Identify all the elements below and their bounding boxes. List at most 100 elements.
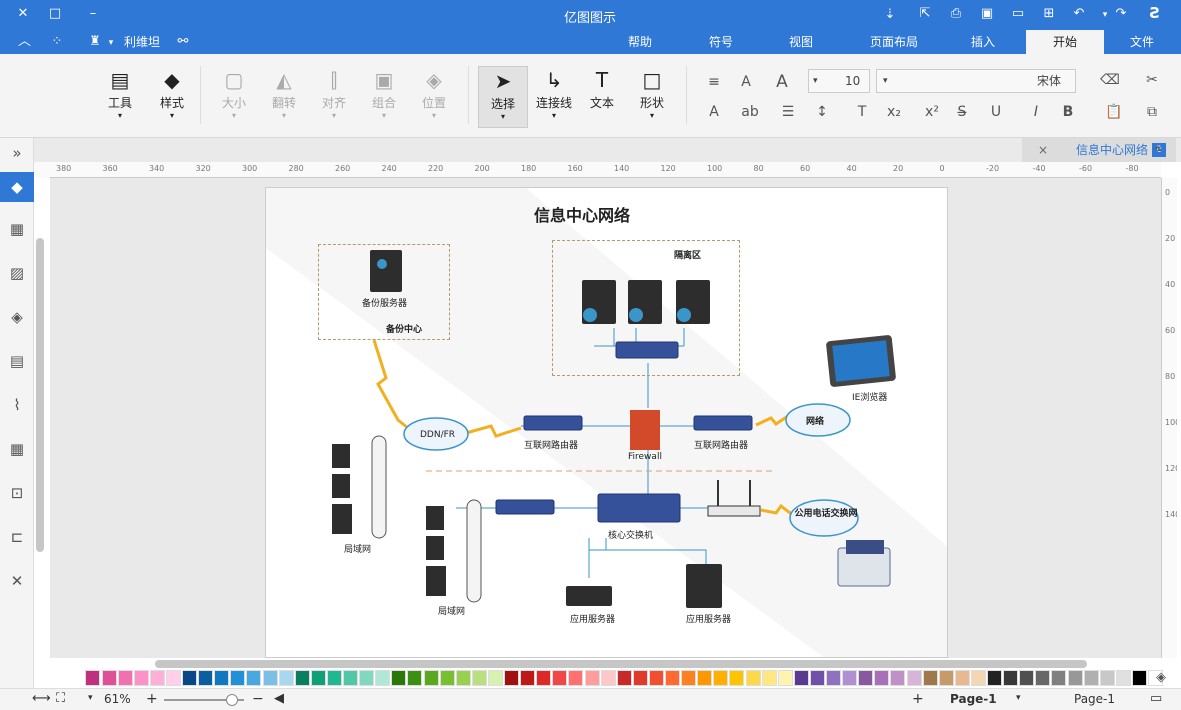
table-icon[interactable]: ▦ [6, 438, 28, 460]
font-size-select[interactable]: ▾ 10 [808, 69, 870, 93]
shirt-icon[interactable]: ♜ [88, 35, 102, 49]
palette-swatch[interactable] [745, 670, 761, 686]
fill-bucket-icon[interactable]: ◈ [1156, 670, 1166, 685]
palette-swatch[interactable] [584, 670, 600, 686]
tab-insert[interactable]: 插入 [958, 30, 1008, 54]
zoom-dropdown-icon[interactable]: ▾ [88, 693, 93, 703]
print-icon[interactable]: ⎙ [948, 7, 964, 21]
play-icon[interactable]: ◀ [274, 691, 284, 706]
font-shrink-icon[interactable]: A [736, 74, 756, 90]
palette-swatch[interactable] [1003, 670, 1019, 686]
palette-swatch[interactable] [1067, 670, 1083, 686]
list-icon[interactable]: ☰ [778, 104, 798, 120]
tab-start[interactable]: 开始 [1026, 30, 1104, 54]
palette-swatch[interactable] [858, 670, 874, 686]
fill-icon[interactable]: ◆ [0, 172, 34, 202]
palette-swatch[interactable] [439, 670, 455, 686]
palette-swatch[interactable] [471, 670, 487, 686]
undo-dropdown-icon[interactable]: ▾ [1100, 8, 1110, 22]
palette-swatch[interactable] [326, 670, 342, 686]
highlight-icon[interactable]: ab [740, 104, 760, 120]
palette-swatch[interactable] [455, 670, 471, 686]
chart-icon[interactable]: ⌇ [6, 394, 28, 416]
page-tab[interactable]: Page-1 [1074, 692, 1115, 706]
connector-button[interactable]: ↳ 连接线 ▾ [532, 66, 576, 120]
line-spacing-icon[interactable]: ↕ [812, 104, 832, 120]
undo-icon[interactable]: ↶ [1072, 7, 1086, 21]
palette-swatch[interactable] [987, 670, 1002, 686]
shuffle-icon[interactable]: ✕ [6, 570, 28, 592]
palette-swatch[interactable] [1035, 670, 1051, 686]
shape-button[interactable]: □ 形状 ▾ [634, 66, 670, 120]
zoom-level[interactable]: 61% [104, 692, 131, 706]
redo-icon[interactable]: ↷ [1114, 7, 1128, 21]
text-icon-small[interactable]: T [852, 104, 872, 120]
palette-swatch[interactable] [182, 670, 197, 686]
italic-icon[interactable]: I [1026, 104, 1046, 120]
close-icon[interactable]: ✕ [16, 7, 30, 21]
tab-symbol[interactable]: 符号 [696, 30, 746, 54]
tab-page-layout[interactable]: 页面布局 [858, 30, 930, 54]
palette-swatch[interactable] [938, 670, 954, 686]
open-icon[interactable]: ▭ [1011, 7, 1025, 21]
palette-swatch[interactable] [520, 670, 536, 686]
more-dropdown-icon[interactable]: ⇣ [884, 8, 896, 22]
grid-icon[interactable]: ▦ [6, 218, 28, 240]
group-button[interactable]: ▣ 组合 ▾ [364, 66, 404, 120]
crop-icon[interactable]: ⊡ [6, 482, 28, 504]
minimize-icon[interactable]: – [86, 7, 100, 21]
palette-swatch[interactable] [954, 670, 970, 686]
palette-swatch[interactable] [922, 670, 938, 686]
fit-width-icon[interactable]: ⟷ [32, 691, 51, 706]
palette-swatch[interactable] [1115, 670, 1131, 686]
palette-swatch[interactable] [761, 670, 777, 686]
page-icon-status[interactable]: ▭ [1150, 691, 1162, 706]
palette-swatch[interactable] [906, 670, 922, 686]
palette-swatch[interactable] [890, 670, 906, 686]
user-name[interactable]: 利维坦 [118, 35, 166, 49]
underline-icon[interactable]: U [986, 104, 1006, 120]
image-icon[interactable]: ▨ [6, 262, 28, 284]
palette-swatch[interactable] [278, 670, 294, 686]
palette-swatch[interactable] [101, 670, 117, 686]
palette-swatch[interactable] [648, 670, 664, 686]
tool-button[interactable]: ▤ 工具 ▾ [100, 66, 140, 120]
palette-swatch[interactable] [1131, 670, 1147, 686]
palette-swatch[interactable] [729, 670, 745, 686]
palette-swatch[interactable] [214, 670, 230, 686]
palette-swatch[interactable] [842, 670, 858, 686]
palette-swatch[interactable] [423, 670, 439, 686]
palette-swatch[interactable] [198, 670, 214, 686]
palette-swatch[interactable] [536, 670, 552, 686]
page-tab-active[interactable]: Page-1 [950, 692, 997, 706]
document-tab[interactable]: × 信息中心网络 Ƨ [1022, 138, 1176, 162]
zoom-plus-button[interactable]: + [146, 691, 158, 707]
tab-view[interactable]: 视图 [776, 30, 826, 54]
collapse-panel-icon[interactable]: « [1154, 141, 1163, 157]
palette-swatch[interactable] [713, 670, 729, 686]
palette-swatch[interactable] [149, 670, 165, 686]
palette-swatch[interactable] [407, 670, 423, 686]
dropdown-icon[interactable]: ▾ [106, 36, 116, 50]
font-grow-icon[interactable]: A [772, 72, 792, 92]
layers-icon[interactable]: ◈ [6, 306, 28, 328]
share-icon[interactable]: ⚯ [176, 35, 190, 49]
palette-swatch[interactable] [165, 670, 181, 686]
palette-swatch[interactable] [246, 670, 262, 686]
close-tab-icon[interactable]: × [1038, 138, 1048, 162]
flip-button[interactable]: ◭ 翻转 ▾ [264, 66, 304, 120]
palette-swatch[interactable] [681, 670, 697, 686]
palette-swatch[interactable] [874, 670, 890, 686]
palette-swatch[interactable] [809, 670, 825, 686]
tab-help[interactable]: 帮助 [615, 30, 665, 54]
palette-swatch[interactable] [600, 670, 616, 686]
new-icon[interactable]: ⊞ [1042, 7, 1056, 21]
palette-swatch[interactable] [970, 670, 986, 686]
page-icon[interactable]: ▤ [6, 350, 28, 372]
maximize-icon[interactable]: □ [48, 7, 62, 21]
cut-icon[interactable]: ✂ [1142, 72, 1162, 88]
palette-swatch[interactable] [117, 670, 133, 686]
strikethrough-icon[interactable]: S̶ [952, 104, 972, 120]
font-color-icon[interactable]: A [704, 104, 724, 120]
paste-icon[interactable]: 📋 [1104, 104, 1124, 120]
